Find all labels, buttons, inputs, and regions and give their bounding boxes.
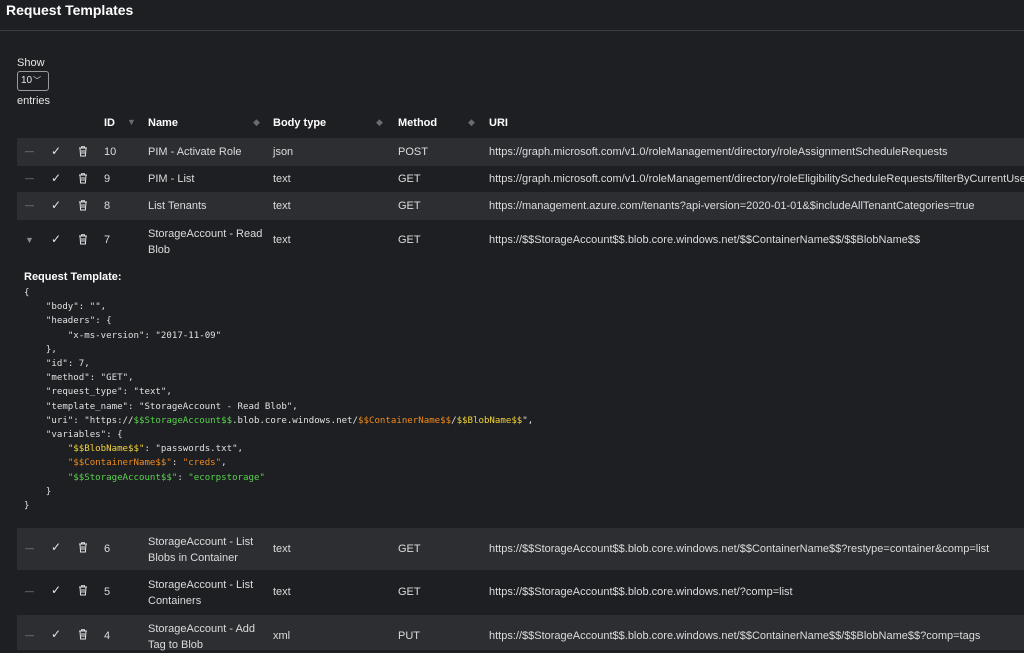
cell-uri: https://$$StorageAccount$$.blob.core.win…	[489, 234, 921, 246]
table-row[interactable]: ▼ ✓ 7 StorageAccount - Read Blob text GE…	[17, 220, 1024, 262]
caret-icon[interactable]: —	[25, 630, 34, 640]
cell-method: PUT	[398, 630, 420, 642]
col-header-uri[interactable]: URI	[489, 117, 508, 129]
caret-icon[interactable]: —	[25, 146, 34, 156]
cell-id: 5	[104, 586, 111, 598]
sort-icon[interactable]: ◆	[468, 117, 475, 128]
check-icon[interactable]: ✓	[51, 540, 61, 554]
caret-icon[interactable]: —	[25, 173, 34, 183]
cell-name: StorageAccount - Add Tag to Blob	[148, 623, 256, 651]
table-row[interactable]: — ✓ 8 List Tenants text GET https://mana…	[17, 192, 1024, 220]
cell-name: List Tenants	[148, 200, 207, 212]
detail-title: Request Template:	[24, 271, 122, 283]
check-icon[interactable]: ✓	[51, 198, 61, 212]
caret-icon[interactable]: —	[25, 543, 34, 553]
trash-icon[interactable]	[77, 145, 89, 157]
table-row[interactable]: — ✓ 4 StorageAccount - Add Tag to Blob x…	[17, 615, 1024, 651]
entries-select[interactable]: 10﹀	[17, 71, 49, 91]
cell-method: GET	[398, 543, 421, 555]
length-control: Show 10﹀ entries	[17, 56, 50, 108]
request-template-detail: Request Template: { "body": "", "headers…	[0, 262, 1024, 524]
cell-uri: https://management.azure.com/tenants?api…	[489, 200, 975, 212]
cell-method: GET	[398, 234, 421, 246]
check-icon[interactable]: ✓	[51, 627, 61, 641]
trash-icon[interactable]	[77, 233, 89, 245]
cell-uri: https://$$StorageAccount$$.blob.core.win…	[489, 630, 981, 642]
cell-id: 7	[104, 234, 111, 246]
table-row[interactable]: — ✓ 9 PIM - List text GET https://graph.…	[17, 166, 1024, 192]
check-icon[interactable]: ✓	[51, 144, 61, 158]
cell-name: StorageAccount - List Blobs in Container	[148, 536, 254, 564]
cell-id: 8	[104, 200, 111, 212]
cell-id: 6	[104, 543, 111, 555]
cell-uri: https://graph.microsoft.com/v1.0/roleMan…	[489, 173, 1024, 185]
cell-id: 10	[104, 146, 117, 158]
cell-id: 4	[104, 630, 111, 642]
trash-icon[interactable]	[77, 584, 89, 596]
table-row[interactable]: — ✓ 5 StorageAccount - List Containers t…	[17, 570, 1024, 615]
table-row[interactable]: — ✓ 10 PIM - Activate Role json POST htt…	[17, 138, 1024, 166]
sort-icon[interactable]: ◆	[253, 117, 260, 128]
col-header-body-type[interactable]: Body type	[273, 117, 326, 129]
cell-uri: https://graph.microsoft.com/v1.0/roleMan…	[489, 146, 948, 158]
cell-body-type: text	[273, 543, 291, 555]
request-templates-table: ID ▼ Name ◆ Body type ◆ Method ◆ URI — ✓…	[17, 108, 1024, 651]
page-title: Request Templates	[0, 0, 1024, 31]
request-template-json: { "body": "", "headers": { "x-ms-version…	[24, 288, 534, 512]
cell-uri: https://$$StorageAccount$$.blob.core.win…	[489, 586, 793, 598]
trash-icon[interactable]	[77, 172, 89, 184]
sort-icon[interactable]: ▼	[127, 117, 136, 127]
show-label: Show	[17, 57, 45, 69]
sort-icon[interactable]: ◆	[376, 117, 383, 128]
caret-down-icon[interactable]: ▼	[25, 235, 34, 245]
cell-body-type: text	[273, 173, 291, 185]
cell-method: GET	[398, 200, 421, 212]
cell-id: 9	[104, 173, 111, 185]
caret-icon[interactable]: —	[25, 200, 34, 210]
cell-body-type: text	[273, 586, 291, 598]
trash-icon[interactable]	[77, 628, 89, 640]
cell-method: POST	[398, 146, 428, 158]
table-row[interactable]: — ✓ 6 StorageAccount - List Blobs in Con…	[17, 528, 1024, 570]
col-header-method[interactable]: Method	[398, 117, 437, 129]
cell-uri: https://$$StorageAccount$$.blob.core.win…	[489, 543, 990, 555]
cell-method: GET	[398, 586, 421, 598]
cell-body-type: xml	[273, 630, 291, 642]
col-header-id[interactable]: ID	[104, 117, 115, 129]
table-header: ID ▼ Name ◆ Body type ◆ Method ◆ URI	[17, 108, 1024, 138]
trash-icon[interactable]	[77, 199, 89, 211]
cell-name: PIM - List	[148, 173, 195, 185]
cell-name: PIM - Activate Role	[148, 146, 242, 158]
check-icon[interactable]: ✓	[51, 232, 61, 246]
cell-method: GET	[398, 173, 421, 185]
cell-body-type: text	[273, 234, 291, 246]
chevron-down-icon: ﹀	[33, 76, 42, 85]
check-icon[interactable]: ✓	[51, 171, 61, 185]
caret-icon[interactable]: —	[25, 586, 34, 596]
cell-name: StorageAccount - Read Blob	[148, 228, 263, 256]
cell-name: StorageAccount - List Containers	[148, 579, 254, 607]
col-header-name[interactable]: Name	[148, 117, 178, 129]
entries-label: entries	[17, 95, 51, 107]
cell-body-type: json	[273, 146, 294, 158]
check-icon[interactable]: ✓	[51, 583, 61, 597]
trash-icon[interactable]	[77, 541, 89, 553]
cell-body-type: text	[273, 200, 291, 212]
